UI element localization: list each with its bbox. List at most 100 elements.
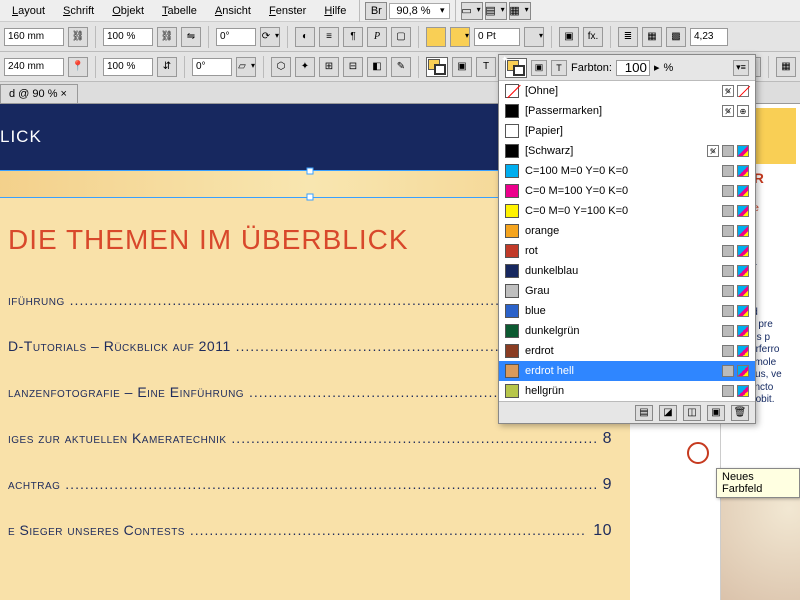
swatch-name: hellgrün <box>525 385 716 397</box>
menu-hilfe[interactable]: Hilfe <box>316 3 354 19</box>
text-col-icon[interactable]: ≣ <box>618 27 638 47</box>
menu-tabelle[interactable]: Tabelle <box>154 3 205 19</box>
document-tab[interactable]: d @ 90 % × <box>0 84 78 103</box>
rotate-menu[interactable]: ⟳ <box>260 27 280 47</box>
swatch-chip <box>505 144 519 158</box>
icon-c[interactable]: ⊞ <box>319 57 339 77</box>
swatch-row[interactable]: [Passermarken]✎̸⊕ <box>499 101 755 121</box>
show-all-swatches-button[interactable]: ▤ <box>635 405 653 421</box>
flip-v-icon[interactable]: ⇵ <box>157 57 177 77</box>
zoom-level[interactable]: 90,8 % <box>389 3 449 19</box>
icon-e[interactable]: ◧ <box>367 57 387 77</box>
swatch-row[interactable]: rot <box>499 241 755 261</box>
swatch-chip <box>505 384 519 398</box>
swatch-row[interactable]: Grau <box>499 281 755 301</box>
swatches-list[interactable]: [Ohne]✎̸[Passermarken]✎̸⊕[Papier][Schwar… <box>499 81 755 401</box>
cmyk-icon <box>737 225 749 237</box>
bridge-button[interactable]: Br <box>365 2 387 20</box>
tint-label2: Farbton: <box>571 62 612 74</box>
pin-icon[interactable]: 📍 <box>68 57 88 77</box>
show-gradient-swatches-button[interactable]: ◫ <box>683 405 701 421</box>
global-icon <box>722 225 734 237</box>
fx-icon[interactable]: fx. <box>583 27 603 47</box>
fit-frame-icon[interactable]: ▦ <box>642 27 662 47</box>
effects-none-icon[interactable]: ▣ <box>559 27 579 47</box>
swatch-row[interactable]: dunkelblau <box>499 261 755 281</box>
swatch-chip <box>505 364 519 378</box>
swatch-row[interactable]: [Schwarz]✎̸ <box>499 141 755 161</box>
swatch-row[interactable]: dunkelgrün <box>499 321 755 341</box>
global-icon <box>722 285 734 297</box>
swatch-chip <box>505 244 519 258</box>
corner-size-field[interactable] <box>690 28 728 46</box>
swatch-row[interactable]: hellgrün <box>499 381 755 401</box>
link-scale-icon[interactable]: ⛓ <box>157 27 177 47</box>
swatch-row[interactable]: [Ohne] ✎̸ <box>499 81 755 101</box>
y-field[interactable] <box>4 58 64 76</box>
icon-d[interactable]: ⊟ <box>343 57 363 77</box>
fill-menu[interactable] <box>450 27 470 47</box>
stroke-weight-menu[interactable] <box>524 27 544 47</box>
swatch-row[interactable]: C=100 M=0 Y=0 K=0 <box>499 161 755 181</box>
fill-stroke-proxy[interactable] <box>426 57 448 77</box>
menu-schrift[interactable]: Schrift <box>55 3 102 19</box>
scale-y-field[interactable] <box>103 58 153 76</box>
menubar: LLayoutayout Schrift Objekt Tabelle Ansi… <box>0 0 800 22</box>
swatch-name: C=100 M=0 Y=0 K=0 <box>525 165 716 177</box>
stroke-weight-field[interactable] <box>474 28 520 46</box>
swatches-panel[interactable]: ▣ T Farbton: ▸ % ▾≡ [Ohne]✎̸[Passermarke… <box>498 54 756 424</box>
menu-objekt[interactable]: Objekt <box>104 3 152 19</box>
textwrap-icon[interactable]: ¶ <box>343 27 363 47</box>
tint-slider[interactable]: ▸ <box>654 61 660 74</box>
swatch-row[interactable]: blue <box>499 301 755 321</box>
swatch-row[interactable]: erdrot hell <box>499 361 755 381</box>
text-toggle[interactable]: T <box>551 60 567 76</box>
clip-icon[interactable]: ▩ <box>666 27 686 47</box>
corner-icon[interactable]: ▢ <box>391 27 411 47</box>
container-toggle[interactable]: ▣ <box>531 60 547 76</box>
swatches-panel-menu[interactable]: ▾≡ <box>733 60 749 76</box>
swatch-name: [Ohne] <box>525 85 716 97</box>
fill-swatch[interactable] <box>426 27 446 47</box>
registration-icon: ⊕ <box>737 105 749 117</box>
show-color-swatches-button[interactable]: ◪ <box>659 405 677 421</box>
icon-b[interactable]: ✦ <box>295 57 315 77</box>
no-edit-icon: ✎̸ <box>722 85 734 97</box>
grid-icon[interactable]: ▦ <box>776 57 796 77</box>
menu-layout[interactable]: LLayoutayout <box>4 3 53 19</box>
arrange-button[interactable]: ▤ <box>485 2 507 20</box>
screen-mode-button[interactable]: ▭ <box>461 2 483 20</box>
tooltip-new-swatch: Neues Farbfeld <box>716 468 800 498</box>
scale-x-field[interactable] <box>103 28 153 46</box>
toc-label: e Sieger unseres Contests <box>8 522 587 540</box>
new-swatch-button[interactable]: ▣ <box>707 405 725 421</box>
shear-field[interactable] <box>192 58 232 76</box>
rotate-field[interactable] <box>216 28 256 46</box>
swatch-chip <box>505 224 519 238</box>
text-t-icon[interactable]: T <box>476 57 496 77</box>
container-icon[interactable]: ▣ <box>452 57 472 77</box>
pathtype-p-icon[interactable]: P <box>367 27 387 47</box>
menu-fenster[interactable]: Fenster <box>261 3 314 19</box>
swatch-row[interactable]: [Papier] <box>499 121 755 141</box>
swatch-name: [Schwarz] <box>525 145 701 157</box>
link-xy-icon[interactable]: ⛓ <box>68 27 88 47</box>
swatch-row[interactable]: orange <box>499 221 755 241</box>
delete-swatch-button[interactable]: 🗑 <box>731 405 749 421</box>
icon-f[interactable]: ✎ <box>391 57 411 77</box>
icon-a[interactable]: ⬡ <box>271 57 291 77</box>
transform-icon[interactable]: ◐ <box>295 27 315 47</box>
x-field[interactable] <box>4 28 64 46</box>
flip-h-icon[interactable]: ⇋ <box>181 27 201 47</box>
swatch-row[interactable]: C=0 M=0 Y=100 K=0 <box>499 201 755 221</box>
menu-ansicht[interactable]: Ansicht <box>207 3 259 19</box>
none-flag-icon <box>737 85 749 97</box>
swatch-row[interactable]: C=0 M=100 Y=0 K=0 <box>499 181 755 201</box>
swatch-row[interactable]: erdrot <box>499 341 755 361</box>
panel-tint-field[interactable] <box>616 60 650 76</box>
shear-menu[interactable]: ▱ <box>236 57 256 77</box>
toc-page: 8 <box>597 430 612 448</box>
toc-page: 9 <box>597 476 612 494</box>
workspace-button[interactable]: ▦ <box>509 2 531 20</box>
align-icon[interactable]: ≡ <box>319 27 339 47</box>
